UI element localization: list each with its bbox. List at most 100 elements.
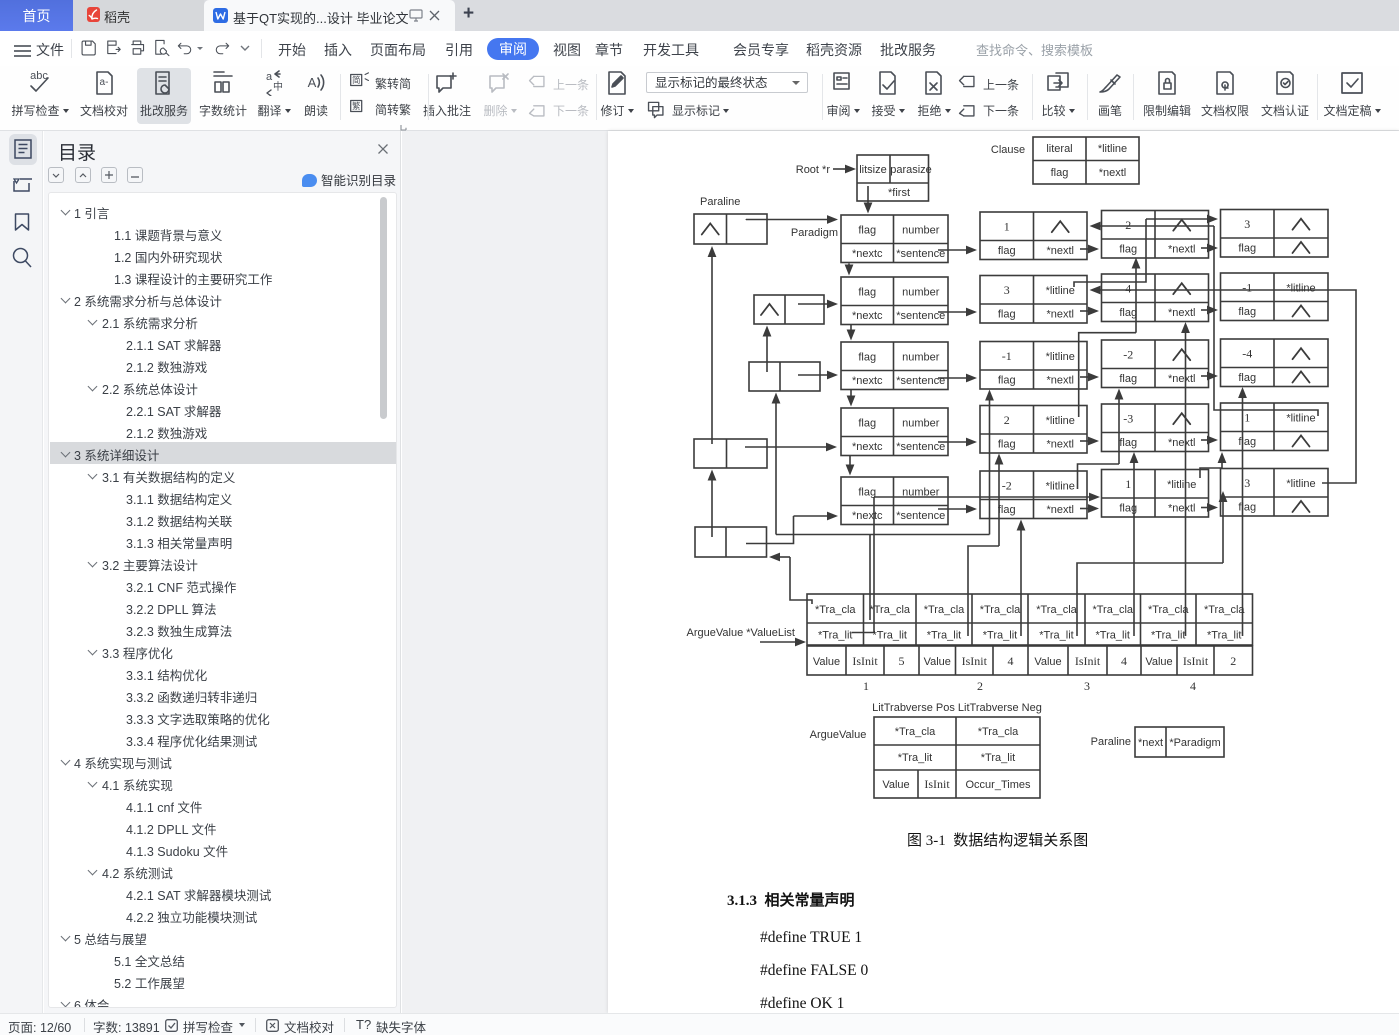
svg-text:flag: flag <box>858 487 876 499</box>
svg-text:1: 1 <box>1004 220 1010 234</box>
svg-text:*sentence: *sentence <box>896 441 945 453</box>
svg-text:-4: -4 <box>1242 347 1252 361</box>
svg-text:*litline: *litline <box>1286 413 1315 425</box>
svg-text:number: number <box>902 287 940 299</box>
svg-text:flag: flag <box>858 225 876 237</box>
svg-text:number: number <box>902 352 940 364</box>
svg-text:3: 3 <box>1004 283 1010 297</box>
svg-text:-2: -2 <box>1002 479 1012 493</box>
svg-text:flag: flag <box>858 352 876 364</box>
svg-text:*nextc: *nextc <box>852 248 883 260</box>
svg-text:*sentence: *sentence <box>896 375 945 387</box>
svg-text:2: 2 <box>1125 218 1131 232</box>
svg-text:*litline: *litline <box>1046 415 1075 427</box>
svg-text:Clause: Clause <box>991 144 1025 156</box>
svg-text:4: 4 <box>1190 679 1196 693</box>
svg-text:*Tra_cla: *Tra_cla <box>869 604 910 616</box>
svg-text:Paraline: Paraline <box>700 196 740 208</box>
svg-text:flag: flag <box>1119 373 1137 385</box>
svg-text:*Tra_lit: *Tra_lit <box>1096 630 1130 642</box>
svg-text:flag: flag <box>1238 436 1256 448</box>
svg-text:a: a <box>266 71 273 83</box>
svg-text:-3: -3 <box>1123 412 1133 426</box>
svg-text:flag: flag <box>858 287 876 299</box>
svg-text:2: 2 <box>1004 413 1010 427</box>
svg-text:*litline: *litline <box>1046 481 1075 493</box>
svg-text:parasize: parasize <box>890 164 932 176</box>
svg-text:*litline: *litline <box>1046 351 1075 363</box>
svg-text:flag: flag <box>1119 437 1137 449</box>
svg-text:*litline: *litline <box>1167 479 1196 491</box>
svg-text:4: 4 <box>1121 654 1127 668</box>
svg-text:*sentence: *sentence <box>896 310 945 322</box>
svg-text:-2: -2 <box>1123 348 1133 362</box>
svg-text:繁: 繁 <box>352 101 361 111</box>
svg-text:*Tra_lit: *Tra_lit <box>898 752 932 764</box>
svg-text:flag: flag <box>998 439 1016 451</box>
svg-text:IsInit: IsInit <box>852 654 878 668</box>
svg-text:*nextl: *nextl <box>1168 437 1196 449</box>
svg-text:中: 中 <box>273 80 283 93</box>
svg-text:*Tra_cla: *Tra_cla <box>1036 604 1077 616</box>
svg-text:*nextc: *nextc <box>852 375 883 387</box>
svg-text:3: 3 <box>1244 217 1250 231</box>
svg-text:*Tra_lit: *Tra_lit <box>927 630 961 642</box>
svg-text:*sentence: *sentence <box>896 510 945 522</box>
svg-text:3: 3 <box>1244 476 1250 490</box>
svg-text:LitTrabverse Pos LitTrabverse: LitTrabverse Pos LitTrabverse Neg <box>872 702 1042 714</box>
svg-text:number: number <box>902 487 940 499</box>
svg-text:*Tra_lit: *Tra_lit <box>1039 630 1073 642</box>
svg-text:Paradigm: Paradigm <box>791 227 838 239</box>
svg-text:5: 5 <box>899 654 905 668</box>
svg-text:Occur_Times: Occur_Times <box>966 779 1031 791</box>
svg-text:flag: flag <box>1119 307 1137 319</box>
svg-text:*Tra_cla: *Tra_cla <box>980 604 1021 616</box>
svg-text:*litline: *litline <box>1286 478 1315 490</box>
svg-text:*Tra_cla: *Tra_cla <box>895 726 936 738</box>
svg-text:Value: Value <box>882 779 909 791</box>
svg-text:*nextl: *nextl <box>1046 439 1074 451</box>
svg-text:简: 简 <box>352 75 360 85</box>
svg-text:Value: Value <box>1034 656 1061 668</box>
svg-text:flag: flag <box>1238 372 1256 384</box>
svg-text:flag: flag <box>998 245 1016 257</box>
svg-text:*nextl: *nextl <box>1046 245 1074 257</box>
svg-text:2: 2 <box>1230 654 1236 668</box>
svg-text:*nextl: *nextl <box>1168 244 1196 256</box>
svg-text:1: 1 <box>1125 477 1131 491</box>
svg-text:1: 1 <box>863 679 869 693</box>
svg-text:flag: flag <box>1119 503 1137 515</box>
svg-text:*next: *next <box>1138 737 1163 749</box>
svg-text:*nextl: *nextl <box>1046 309 1074 321</box>
svg-text:IsInit: IsInit <box>924 777 950 791</box>
svg-text:flag: flag <box>858 418 876 430</box>
svg-text:IsInit: IsInit <box>1075 654 1101 668</box>
svg-text:number: number <box>902 225 940 237</box>
svg-text:*nextc: *nextc <box>852 510 883 522</box>
svg-text:*Paradigm: *Paradigm <box>1169 737 1220 749</box>
svg-text:3: 3 <box>1084 679 1090 693</box>
svg-text:flag: flag <box>1238 306 1256 318</box>
svg-text:literal: literal <box>1046 143 1072 155</box>
svg-text:*nextl: *nextl <box>1046 375 1074 387</box>
svg-text:A: A <box>308 75 317 90</box>
svg-text:*litline: *litline <box>1046 285 1075 297</box>
svg-text:Value: Value <box>1145 656 1172 668</box>
svg-text:flag: flag <box>998 375 1016 387</box>
svg-text:*Tra_lit: *Tra_lit <box>818 630 852 642</box>
svg-text:*nextc: *nextc <box>852 441 883 453</box>
svg-text:*Tra_lit: *Tra_lit <box>1207 630 1241 642</box>
svg-text:flag: flag <box>1051 167 1069 179</box>
svg-text:flag: flag <box>1238 243 1256 255</box>
svg-text:2: 2 <box>977 679 983 693</box>
svg-text:*nextl: *nextl <box>1168 307 1196 319</box>
svg-text:4: 4 <box>1125 282 1131 296</box>
svg-text:*Tra_cla: *Tra_cla <box>1092 604 1133 616</box>
svg-text:IsInit: IsInit <box>962 654 988 668</box>
svg-text:flag: flag <box>998 309 1016 321</box>
svg-text:-1: -1 <box>1002 349 1012 363</box>
svg-text:*nextl: *nextl <box>1099 167 1127 179</box>
svg-text:ArgueValue *ValueList: ArgueValue *ValueList <box>687 627 795 639</box>
svg-text:1: 1 <box>1244 411 1250 425</box>
svg-text:Value: Value <box>813 656 840 668</box>
